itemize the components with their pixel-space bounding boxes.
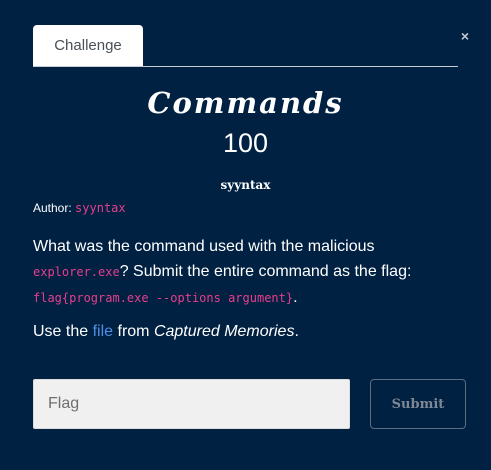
flag-input[interactable] [33, 379, 350, 429]
use-text-3: . [294, 323, 299, 340]
description-text-2: ? Submit the entire command as the flag: [119, 263, 412, 280]
description-text-1: What was the command used with the malic… [33, 238, 375, 255]
challenge-description: What was the command used with the malic… [33, 234, 463, 311]
file-link[interactable]: file [93, 323, 113, 340]
description-text-3: . [293, 289, 298, 306]
description-code-flag-format: flag{program.exe --options argument} [33, 291, 294, 305]
use-text-1: Use the [33, 323, 93, 340]
challenge-title: Commands [147, 86, 344, 120]
tab-challenge[interactable]: Challenge [33, 25, 143, 66]
use-file-line: Use the file from Captured Memories. [33, 323, 299, 341]
use-text-2: from [113, 323, 154, 340]
author-handle: syyntax [75, 201, 126, 215]
author-line: Author: syyntax [33, 201, 126, 215]
submit-button[interactable]: Submit [370, 379, 466, 429]
description-code-explorer: explorer.exe [33, 265, 120, 279]
tab-bar: Challenge [33, 25, 458, 67]
author-label: Author: [33, 201, 72, 215]
use-italic-challenge: Captured Memories [153, 323, 295, 340]
close-icon[interactable]: × [461, 29, 469, 43]
challenge-points: 100 [222, 128, 269, 158]
challenge-author-name: syyntax [220, 178, 271, 192]
